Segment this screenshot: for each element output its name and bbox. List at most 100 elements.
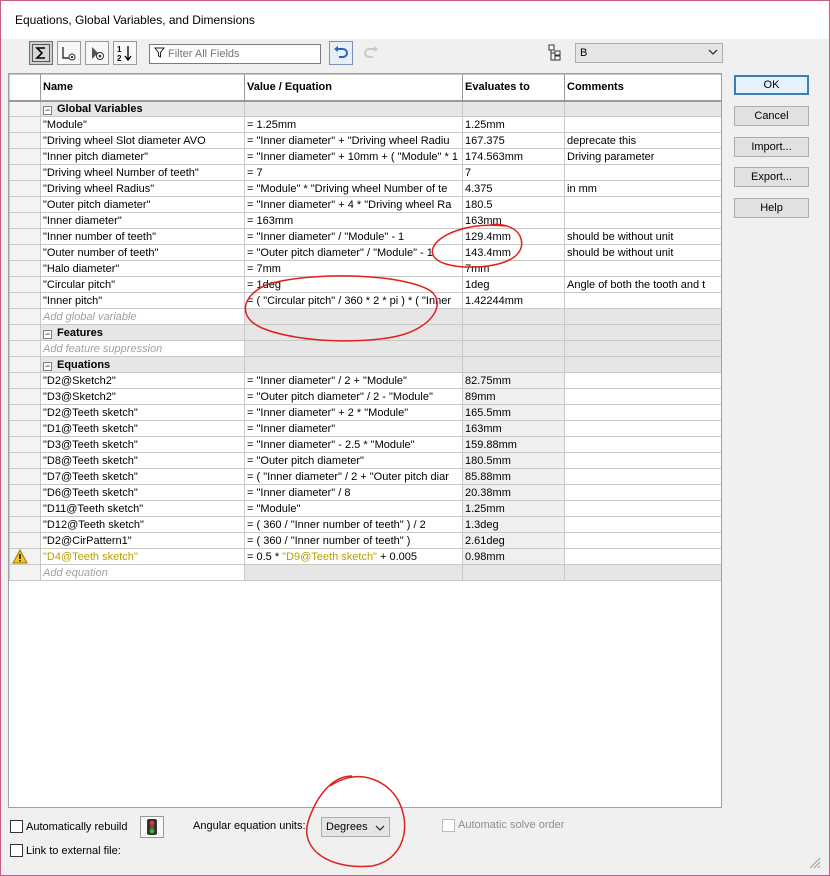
value-cell[interactable]: = ( 360 / "Inner number of teeth" ) / 2 <box>244 516 463 533</box>
row-header[interactable] <box>9 548 41 565</box>
ok-button[interactable]: OK <box>734 75 809 95</box>
comment-cell[interactable]: deprecate this <box>564 132 721 149</box>
row-header[interactable] <box>9 452 41 469</box>
name-cell[interactable]: "Outer number of teeth" <box>40 244 245 261</box>
table-row[interactable]: "D2@Sketch2" = "Inner diameter" / 2 + "Mo… <box>9 372 721 389</box>
sketch-equation-view-button[interactable] <box>57 41 81 65</box>
table-row[interactable]: "D3@Sketch2" = "Outer pitch diameter" / 2… <box>9 388 721 405</box>
link-external-checkbox[interactable] <box>10 844 23 857</box>
name-cell[interactable]: "Inner diameter" <box>40 212 245 229</box>
row-header[interactable] <box>9 212 41 229</box>
name-cell[interactable]: "Driving wheel Slot diameter AVO <box>40 132 245 149</box>
comment-cell[interactable] <box>564 212 721 229</box>
comment-cell[interactable] <box>564 292 721 309</box>
row-header[interactable] <box>9 116 41 133</box>
section-header[interactable]: − Global Variables <box>40 100 245 117</box>
name-cell[interactable]: "D6@Teeth sketch" <box>40 484 245 501</box>
value-cell[interactable]: = "Inner diameter" <box>244 420 463 437</box>
name-cell[interactable]: "D8@Teeth sketch" <box>40 452 245 469</box>
row-header[interactable] <box>9 468 41 485</box>
row-header[interactable] <box>9 372 41 389</box>
table-row[interactable]: "Outer number of teeth" = "Outer pitch di… <box>9 244 721 261</box>
value-cell[interactable]: = "Inner diameter" + "Driving wheel Radi… <box>244 132 463 149</box>
collapse-icon[interactable]: − <box>43 329 52 339</box>
table-row[interactable]: "Driving wheel Number of teeth" = 77 <box>9 164 721 181</box>
comment-cell[interactable] <box>564 404 721 421</box>
dimension-view-button[interactable] <box>85 41 109 65</box>
comment-cell[interactable] <box>564 388 721 405</box>
name-cell[interactable]: "D1@Teeth sketch" <box>40 420 245 437</box>
row-header[interactable] <box>9 404 41 421</box>
comment-cell[interactable] <box>564 468 721 485</box>
name-cell[interactable]: "D3@Sketch2" <box>40 388 245 405</box>
table-row-warning[interactable]: "D4@Teeth sketch" = 0.5 * "D9@Teeth sketc… <box>9 548 721 565</box>
row-header[interactable] <box>9 180 41 197</box>
collapse-icon[interactable]: − <box>43 361 52 371</box>
angular-units-select[interactable]: Degrees <box>321 817 390 837</box>
comment-cell[interactable] <box>564 372 721 389</box>
row-header[interactable] <box>9 276 41 293</box>
value-cell[interactable]: = "Inner diameter" + 10mm + ( "Module" *… <box>244 148 463 165</box>
row-header[interactable] <box>9 292 41 309</box>
table-row[interactable]: "D8@Teeth sketch" = "Outer pitch diameter… <box>9 452 721 469</box>
name-cell[interactable]: "Inner pitch diameter" <box>40 148 245 165</box>
table-row[interactable]: "Driving wheel Radius" = "Module" * "Driv… <box>9 180 721 197</box>
comment-cell[interactable] <box>564 500 721 517</box>
row-header[interactable] <box>9 436 41 453</box>
value-cell[interactable]: = "Module" * "Driving wheel Number of te <box>244 180 463 197</box>
value-cell[interactable]: = "Inner diameter" / 2 + "Module" <box>244 372 463 389</box>
value-cell[interactable]: = "Inner diameter" + 4 * "Driving wheel … <box>244 196 463 213</box>
value-cell[interactable]: = "Outer pitch diameter" <box>244 452 463 469</box>
section-header[interactable]: − Equations <box>40 356 245 373</box>
row-header[interactable] <box>9 196 41 213</box>
table-row[interactable]: "Circular pitch" = 1deg 1deg Angle of both … <box>9 276 721 293</box>
redo-button[interactable] <box>359 41 383 65</box>
add-feature-suppression-row[interactable]: Add feature suppression <box>9 340 721 357</box>
table-row[interactable]: "Module" = 1.25mm 1.25mm <box>9 116 721 133</box>
comment-cell[interactable] <box>564 260 721 277</box>
name-cell[interactable]: "D11@Teeth sketch" <box>40 500 245 517</box>
undo-button[interactable] <box>329 41 353 65</box>
table-row[interactable]: "Outer pitch diameter" = "Inner diameter"… <box>9 196 721 213</box>
row-header[interactable] <box>9 260 41 277</box>
export-button[interactable]: Export... <box>734 167 809 187</box>
row-header[interactable] <box>9 244 41 261</box>
cancel-button[interactable]: Cancel <box>734 106 809 126</box>
name-cell[interactable]: "D2@Sketch2" <box>40 372 245 389</box>
comment-cell[interactable] <box>564 452 721 469</box>
column-header-name[interactable]: Name <box>40 74 245 102</box>
section-header[interactable]: − Features <box>40 324 245 341</box>
filter-input[interactable] <box>168 48 316 60</box>
help-button[interactable]: Help <box>734 198 809 218</box>
table-row[interactable]: "D1@Teeth sketch" = "Inner diameter" 163mm <box>9 420 721 437</box>
name-cell[interactable]: "Outer pitch diameter" <box>40 196 245 213</box>
comment-cell[interactable] <box>564 516 721 533</box>
value-cell[interactable]: = "Inner diameter" / 8 <box>244 484 463 501</box>
row-header[interactable] <box>9 420 41 437</box>
table-row[interactable]: "Halo diameter" = 7mm 7mm <box>9 260 721 277</box>
comment-cell[interactable]: in mm <box>564 180 721 197</box>
add-placeholder[interactable]: Add global variable <box>40 308 245 325</box>
value-cell[interactable]: = ( "Circular pitch" / 360 * 2 * pi ) * … <box>244 292 463 309</box>
row-header[interactable] <box>9 148 41 165</box>
comment-cell[interactable] <box>564 548 721 565</box>
value-cell[interactable]: = 7 <box>244 164 463 181</box>
comment-cell[interactable]: should be without unit <box>564 228 721 245</box>
value-cell[interactable]: = "Inner diameter" + 2 * "Module" <box>244 404 463 421</box>
add-equation-row[interactable]: Add equation <box>9 564 721 581</box>
table-row[interactable]: "D2@CirPattern1" = ( 360 / "Inner number … <box>9 532 721 549</box>
comment-cell[interactable] <box>564 532 721 549</box>
auto-solve-checkbox[interactable] <box>442 819 455 832</box>
comment-cell[interactable] <box>564 164 721 181</box>
value-cell[interactable]: = "Outer pitch diameter" / 2 - "Module" <box>244 388 463 405</box>
value-cell[interactable]: = "Inner diameter" / "Module" - 1 <box>244 228 463 245</box>
ordered-view-button[interactable]: 12 <box>113 41 137 65</box>
column-header-value[interactable]: Value / Equation <box>244 74 463 102</box>
configuration-select[interactable]: B <box>575 43 723 63</box>
value-cell[interactable]: = ( 360 / "Inner number of teeth" ) <box>244 532 463 549</box>
column-header-comments[interactable]: Comments <box>564 74 721 102</box>
add-placeholder[interactable]: Add feature suppression <box>40 340 245 357</box>
comment-cell[interactable]: Driving parameter <box>564 148 721 165</box>
resize-grip-icon[interactable] <box>809 857 821 869</box>
table-row[interactable]: "Inner diameter" = 163mm 163mm <box>9 212 721 229</box>
